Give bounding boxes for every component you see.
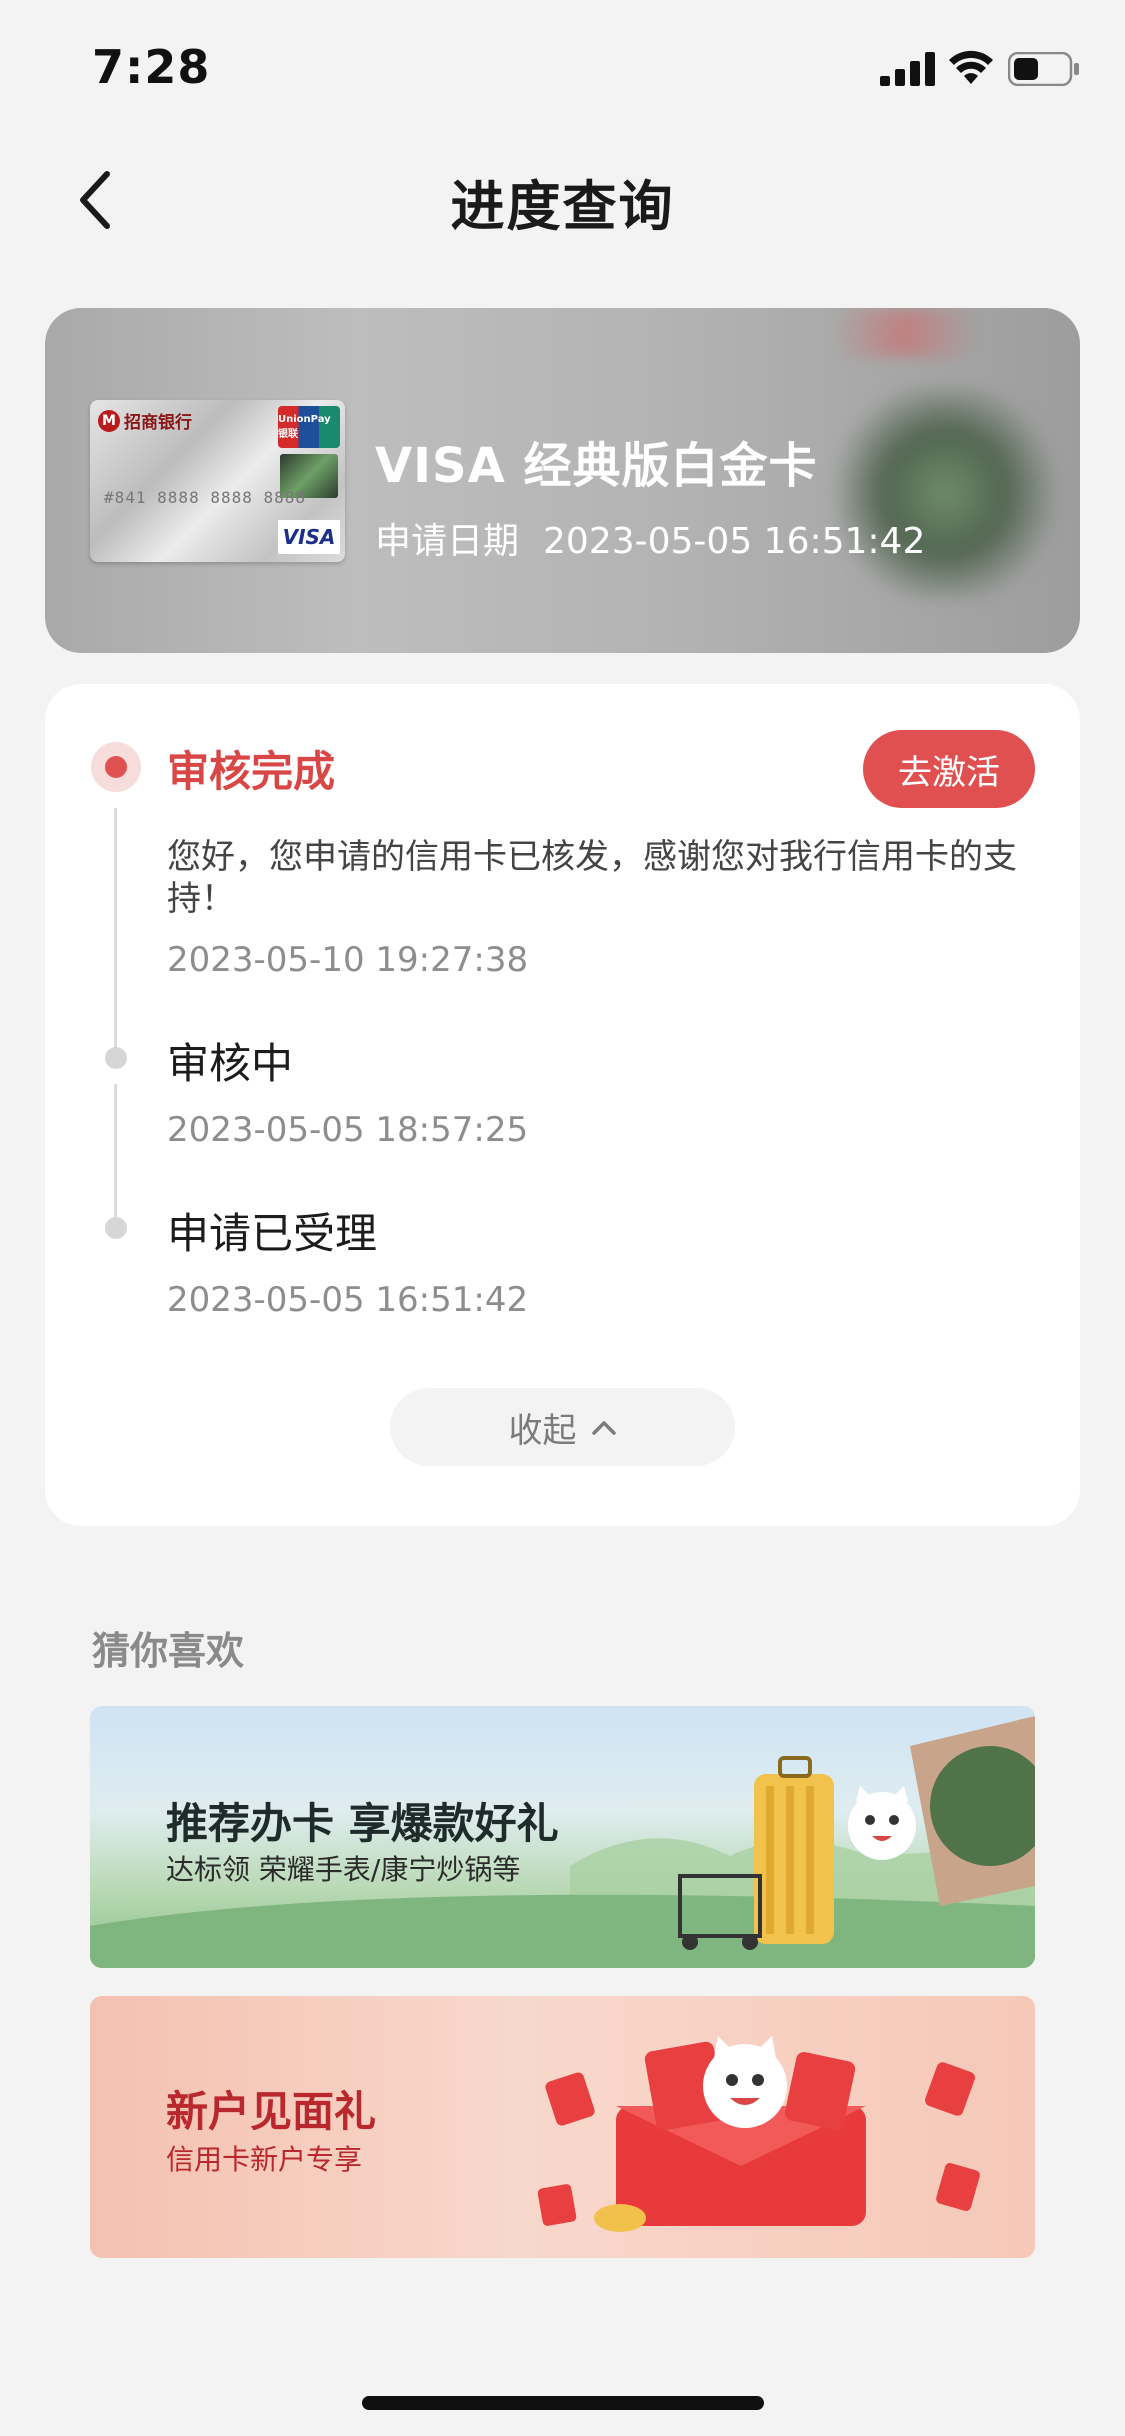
step-title: 审核完成 — [167, 747, 336, 796]
banner-title: 推荐办卡 享爆款好礼 — [166, 1799, 559, 1848]
status-bar: 7:28 — [0, 0, 1125, 140]
background-blur — [835, 388, 1055, 598]
card-banner: M 招商银行 UnionPay 银联 #841 8888 8888 8888 V… — [45, 308, 1080, 653]
apply-date-label: 申请日期 — [375, 521, 520, 562]
card-thumbnail: M 招商银行 UnionPay 银联 #841 8888 8888 8888 V… — [90, 400, 345, 562]
promo-banner-recommend[interactable]: 推荐办卡 享爆款好礼 达标领 荣耀手表/康宁炒锅等 — [90, 1706, 1035, 1968]
banner-subtitle: 达标领 荣耀手表/康宁炒锅等 — [166, 1853, 521, 1886]
step-description: 您好，您申请的信用卡已核发，感谢您对我行信用卡的支持！ — [167, 837, 1017, 919]
bank-name: 招商银行 — [124, 413, 192, 433]
timeline-dot-active — [91, 742, 141, 792]
timeline-dot — [105, 1217, 127, 1239]
unionpay-logo: UnionPay 银联 — [278, 406, 340, 448]
collapse-button[interactable]: 收起 — [390, 1388, 735, 1466]
battery-icon — [1008, 52, 1079, 86]
cellular-signal-icon — [880, 52, 935, 86]
step-time: 2023-05-10 19:27:38 — [167, 940, 529, 980]
promo-banner-new-user[interactable]: 新户见面礼 信用卡新户专享 — [90, 1996, 1035, 2258]
step-title: 申请已受理 — [167, 1209, 378, 1258]
home-indicator[interactable] — [362, 2396, 764, 2410]
step-title: 审核中 — [167, 1039, 294, 1088]
step-time: 2023-05-05 16:51:42 — [167, 1280, 529, 1320]
timeline-line — [114, 808, 117, 1048]
timeline-dot — [105, 1047, 127, 1069]
card-name: VISA 经典版白金卡 — [375, 438, 818, 494]
collapse-label: 收起 — [508, 1410, 577, 1451]
card-number: #841 8888 8888 8888 — [104, 488, 307, 507]
timeline-line — [114, 1084, 117, 1222]
section-title: 猜你喜欢 — [92, 1629, 245, 1673]
bank-logo-icon: M — [98, 409, 120, 432]
banner-title: 新户见面礼 — [166, 2087, 377, 2136]
status-time: 7:28 — [92, 40, 211, 94]
page-title: 进度查询 — [450, 175, 675, 238]
bank-logo: M 招商银行 — [98, 408, 192, 433]
visa-logo: VISA — [278, 520, 340, 554]
apply-date-value: 2023-05-05 16:51:42 — [543, 521, 926, 562]
wifi-icon — [949, 50, 993, 84]
nav-bar: 进度查询 — [0, 140, 1125, 260]
activate-button[interactable]: 去激活 — [863, 730, 1035, 808]
chevron-up-icon — [591, 1421, 616, 1435]
banner-subtitle: 信用卡新户专享 — [166, 2143, 363, 2176]
progress-card: 审核完成 去激活 您好，您申请的信用卡已核发，感谢您对我行信用卡的支持！ 202… — [45, 684, 1080, 1526]
apply-date-line: 申请日期 2023-05-05 16:51:42 — [375, 512, 925, 564]
background-blur — [805, 308, 1005, 358]
step-time: 2023-05-05 18:57:25 — [167, 1110, 529, 1150]
